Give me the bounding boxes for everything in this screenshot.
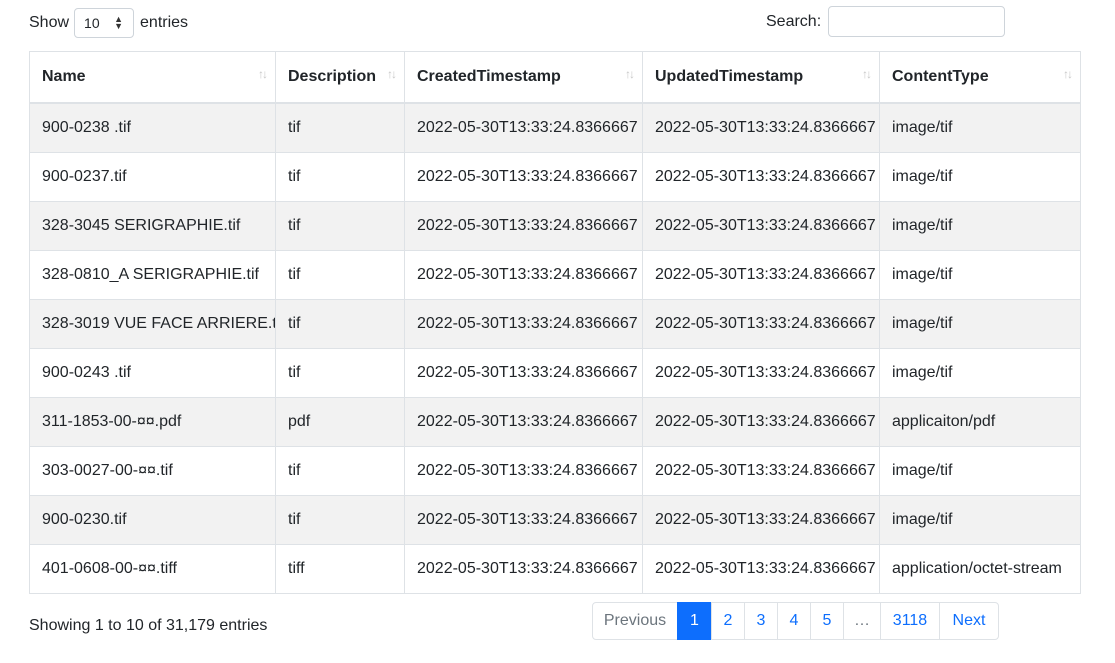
table-cell-updated-timestamp: 2022-05-30T13:33:24.8366667 (642, 544, 880, 594)
table-row: 900-0238 .tif tif 2022-05-30T13:33:24.8366… (29, 102, 1081, 153)
table-cell-created-timestamp: 2022-05-30T13:33:24.8366667 (404, 250, 643, 300)
table-cell-updated-timestamp: 2022-05-30T13:33:24.8366667 (642, 495, 880, 545)
table-cell-created-timestamp: 2022-05-30T13:33:24.8366667 (404, 201, 643, 251)
table-cell-name: 303-0027-00-¤¤.tif (29, 446, 276, 496)
table-cell-name: 900-0243 .tif (29, 348, 276, 398)
table-info: Showing 1 to 10 of 31,179 entries (29, 617, 268, 634)
table-row: 328-3045 SERIGRAPHIE.tif tif 2022-05-30T13… (29, 201, 1081, 251)
page-button-3118[interactable]: 3118 (880, 602, 940, 640)
table-cell-created-timestamp: 2022-05-30T13:33:24.8366667 (404, 544, 643, 594)
table-cell-content-type: image/tif (879, 152, 1081, 202)
entries-select[interactable]: 10 ▲ ▼ (74, 8, 135, 38)
entries-label: entries (140, 14, 189, 31)
pagination: Previous 1 2 3 4 5… 3118 Next (592, 602, 999, 640)
table-cell-description: tif (275, 152, 405, 202)
table-cell-created-timestamp: 2022-05-30T13:33:24.8366667 (404, 446, 643, 496)
table-body: 900-0238 .tif tif 2022-05-30T13:33:24.8366… (29, 102, 1081, 594)
entries-select-value: 10 (84, 15, 100, 31)
table-cell-description: tif (275, 299, 405, 349)
table-cell-content-type: image/tif (879, 446, 1081, 496)
next-page-button[interactable]: Next (939, 602, 999, 640)
sort-arrows-icon[interactable]: ↑↓ (258, 67, 268, 81)
page-button-2[interactable]: 2 (711, 602, 745, 640)
table-cell-name: 401-0608-00-¤¤.tiff (29, 544, 276, 594)
table-cell-content-type: applicaiton/pdf (879, 397, 1081, 447)
table-row: 900-0230.tif tif 2022-05-30T13:33:24.83666… (29, 495, 1081, 545)
table-row: 303-0027-00-¤¤.tif tif 2022-05-30T13:33:24… (29, 446, 1081, 496)
table-cell-updated-timestamp: 2022-05-30T13:33:24.8366667 (642, 102, 880, 153)
table-row: 328-3019 VUE FACE ARRIERE.tif tif 2022-05-… (29, 299, 1081, 349)
table-row: 311-1853-00-¤¤.pdf pdf 2022-05-30T13:33:24… (29, 397, 1081, 447)
table-cell-name: 328-0810_A SERIGRAPHIE.tif (29, 250, 276, 300)
length-control: Show 10 ▲ ▼ entries (29, 8, 188, 38)
table-cell-name: 900-0238 .tif (29, 102, 276, 153)
column-header-label: ContentType (892, 68, 989, 85)
table-cell-created-timestamp: 2022-05-30T13:33:24.8366667 (404, 102, 643, 153)
column-header-content-type[interactable]: ContentType ↑↓ (879, 51, 1081, 104)
table-cell-updated-timestamp: 2022-05-30T13:33:24.8366667 (642, 250, 880, 300)
page-button-1[interactable]: 1 (677, 602, 712, 640)
table-row: 328-0810_A SERIGRAPHIE.tif tif 2022-05-30T… (29, 250, 1081, 300)
table-cell-content-type: image/tif (879, 250, 1081, 300)
table-cell-created-timestamp: 2022-05-30T13:33:24.8366667 (404, 348, 643, 398)
table-cell-description: tif (275, 495, 405, 545)
page-button-5[interactable]: 5 (810, 602, 844, 640)
column-header-label: UpdatedTimestamp (655, 68, 804, 85)
page-button-4[interactable]: 4 (777, 602, 811, 640)
data-table: Name ↑↓ Description ↑↓ CreatedTimestamp ↑↓ Upd… (29, 51, 1081, 594)
page-button-3[interactable]: 3 (744, 602, 778, 640)
select-arrows-icon: ▲ ▼ (114, 14, 124, 31)
table-cell-description: tif (275, 102, 405, 153)
table-cell-updated-timestamp: 2022-05-30T13:33:24.8366667 (642, 152, 880, 202)
table-cell-content-type: image/tif (879, 102, 1081, 153)
table-cell-created-timestamp: 2022-05-30T13:33:24.8366667 (404, 299, 643, 349)
table-row: 401-0608-00-¤¤.tiff tiff 2022-05-30T13:33:… (29, 544, 1081, 594)
table-cell-content-type: image/tif (879, 299, 1081, 349)
column-header-label: Name (42, 68, 86, 85)
table-row: 900-0237.tif tif 2022-05-30T13:33:24.83666… (29, 152, 1081, 202)
column-header-name[interactable]: Name ↑↓ (29, 51, 276, 104)
sort-arrows-icon[interactable]: ↑↓ (625, 67, 635, 81)
table-cell-updated-timestamp: 2022-05-30T13:33:24.8366667 (642, 348, 880, 398)
column-header-description[interactable]: Description ↑↓ (275, 51, 405, 104)
table-cell-description: tif (275, 201, 405, 251)
table-cell-updated-timestamp: 2022-05-30T13:33:24.8366667 (642, 446, 880, 496)
table-cell-name: 311-1853-00-¤¤.pdf (29, 397, 276, 447)
table-cell-created-timestamp: 2022-05-30T13:33:24.8366667 (404, 495, 643, 545)
table-cell-content-type: image/tif (879, 348, 1081, 398)
table-cell-description: tif (275, 446, 405, 496)
table-cell-updated-timestamp: 2022-05-30T13:33:24.8366667 (642, 201, 880, 251)
search-input[interactable] (828, 6, 1006, 37)
sort-arrows-icon[interactable]: ↑↓ (387, 67, 397, 81)
column-header-label: CreatedTimestamp (417, 68, 561, 85)
table-header-row: Name ↑↓ Description ↑↓ CreatedTimestamp ↑↓ Upd… (29, 51, 1081, 104)
table-cell-content-type: image/tif (879, 201, 1081, 251)
table-cell-description: tiff (275, 544, 405, 594)
table-cell-description: pdf (275, 397, 405, 447)
column-header-label: Description (288, 68, 377, 85)
search-label: Search: (766, 12, 822, 30)
table-cell-created-timestamp: 2022-05-30T13:33:24.8366667 (404, 152, 643, 202)
table-row: 900-0243 .tif tif 2022-05-30T13:33:24.8366… (29, 348, 1081, 398)
table-cell-name: 900-0230.tif (29, 495, 276, 545)
table-cell-updated-timestamp: 2022-05-30T13:33:24.8366667 (642, 299, 880, 349)
search-control: Search: (766, 6, 1006, 37)
table-cell-description: tif (275, 250, 405, 300)
table-cell-content-type: image/tif (879, 495, 1081, 545)
sort-arrows-icon[interactable]: ↑↓ (862, 67, 872, 81)
table-cell-created-timestamp: 2022-05-30T13:33:24.8366667 (404, 397, 643, 447)
page-ellipsis[interactable]: … (843, 602, 881, 640)
table-cell-content-type: application/octet-stream (879, 544, 1081, 594)
table-cell-description: tif (275, 348, 405, 398)
column-header-created-timestamp[interactable]: CreatedTimestamp ↑↓ (404, 51, 643, 104)
show-label: Show (29, 14, 70, 31)
table-cell-name: 328-3045 SERIGRAPHIE.tif (29, 201, 276, 251)
column-header-updated-timestamp[interactable]: UpdatedTimestamp ↑↓ (642, 51, 880, 104)
sort-arrows-icon[interactable]: ↑↓ (1063, 67, 1073, 81)
table-cell-name: 900-0237.tif (29, 152, 276, 202)
table-cell-name: 328-3019 VUE FACE ARRIERE.tif (29, 299, 276, 349)
table-cell-updated-timestamp: 2022-05-30T13:33:24.8366667 (642, 397, 880, 447)
previous-page-button[interactable]: Previous (592, 602, 678, 640)
